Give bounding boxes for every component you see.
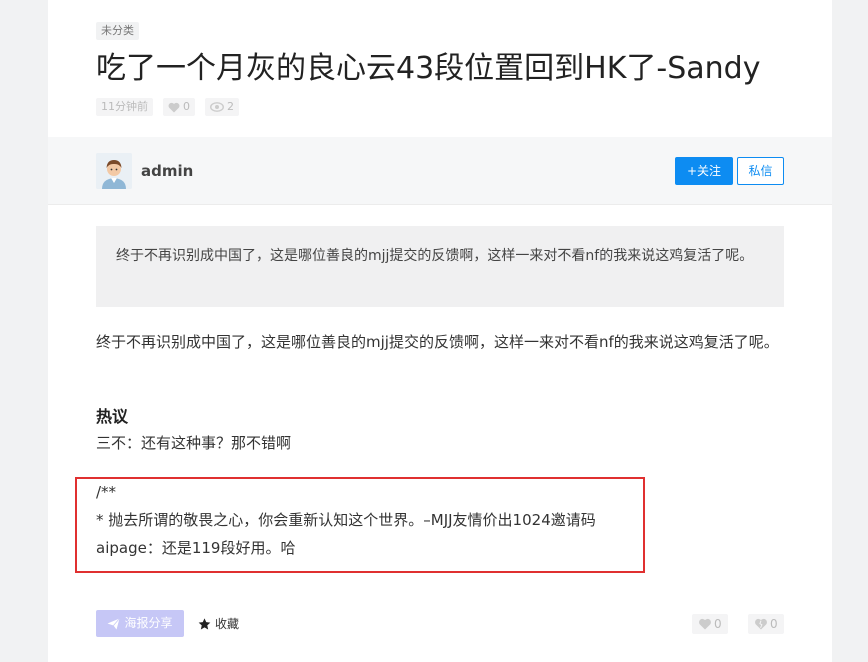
collect-label: 收藏 bbox=[215, 617, 240, 631]
post-time: 11分钟前 bbox=[96, 98, 153, 116]
like-count-badge: 0 bbox=[163, 98, 195, 116]
heart-icon bbox=[699, 618, 711, 630]
hot-discussion-text: 三不：还有这种事？那不错啊 bbox=[96, 434, 292, 452]
broken-heart-icon bbox=[755, 618, 767, 630]
category-tag[interactable]: 未分类 bbox=[96, 22, 139, 40]
author-bar: admin +关注 私信 bbox=[48, 137, 832, 205]
message-button[interactable]: 私信 bbox=[737, 157, 784, 185]
share-label: 海报分享 bbox=[124, 616, 173, 630]
post-title: 吃了一个月灰的良心云43段位置回到HK了-Sandy bbox=[96, 51, 761, 86]
highlight-box bbox=[75, 477, 645, 573]
view-count: 2 bbox=[227, 100, 234, 113]
post-card: 未分类 吃了一个月灰的良心云43段位置回到HK了-Sandy 11分钟前 0 2 bbox=[48, 0, 832, 662]
avatar[interactable] bbox=[96, 153, 132, 189]
poster-share-button[interactable]: 海报分享 bbox=[96, 610, 184, 637]
eye-icon bbox=[210, 102, 224, 112]
paper-plane-icon bbox=[107, 617, 121, 629]
star-icon bbox=[198, 617, 211, 629]
follow-button[interactable]: +关注 bbox=[675, 157, 733, 185]
view-count-badge: 2 bbox=[205, 98, 239, 116]
author-name[interactable]: admin bbox=[141, 162, 193, 180]
post-time-text: 11分钟前 bbox=[101, 100, 148, 113]
collect-button[interactable]: 收藏 bbox=[198, 615, 239, 632]
hot-discussion-heading: 热议 bbox=[96, 407, 129, 426]
like-button-count: 0 bbox=[714, 617, 722, 631]
dislike-button-count: 0 bbox=[770, 617, 778, 631]
like-button[interactable]: 0 bbox=[692, 614, 728, 634]
dislike-button[interactable]: 0 bbox=[748, 614, 784, 634]
post-meta: 11分钟前 0 2 bbox=[96, 98, 239, 116]
avatar-image bbox=[96, 153, 132, 189]
like-count: 0 bbox=[183, 100, 190, 113]
post-excerpt: 终于不再识别成中国了，这是哪位善良的mjj提交的反馈啊，这样一来对不看nf的我来… bbox=[96, 226, 784, 307]
post-paragraph: 终于不再识别成中国了，这是哪位善良的mjj提交的反馈啊，这样一来对不看nf的我来… bbox=[96, 333, 779, 351]
heart-icon bbox=[168, 102, 180, 112]
